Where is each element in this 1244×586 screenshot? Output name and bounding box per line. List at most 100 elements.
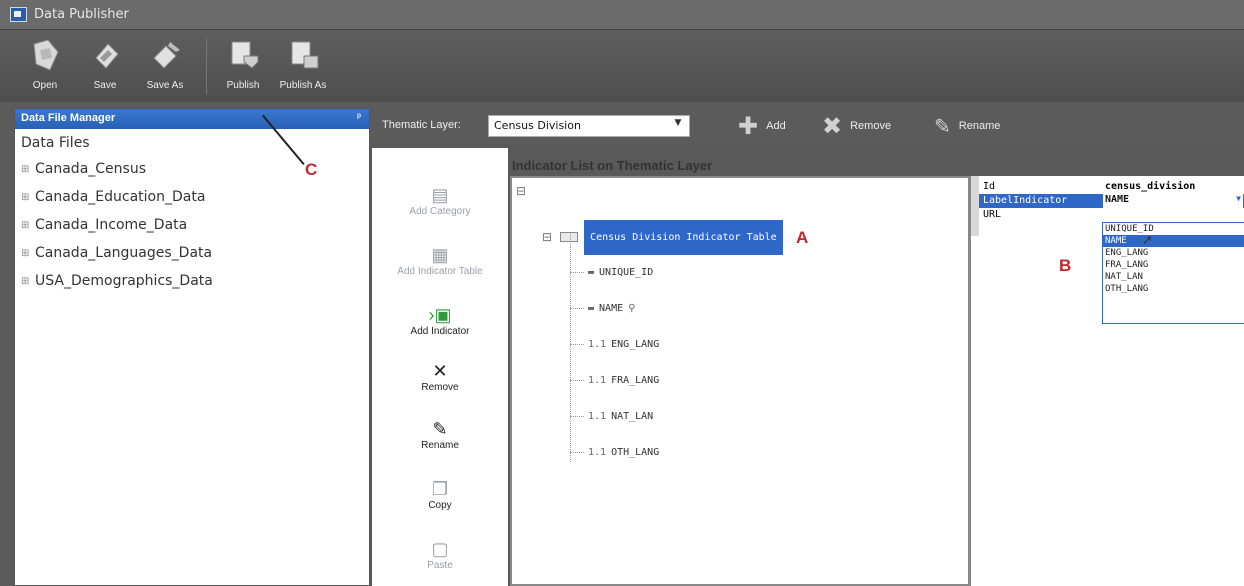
numeric-field-icon: 1.1	[588, 410, 607, 422]
expand-icon[interactable]: ⊞	[21, 192, 31, 203]
data-file-item[interactable]: ⊞ USA_Demographics_Data	[15, 267, 369, 295]
add-label: Add	[766, 120, 786, 132]
add-indicator-label: Add Indicator	[410, 326, 470, 337]
label-indicator-dropdown: UNIQUE_ID NAME ENG_LANG FRA_LANG NAT_LAN…	[1102, 222, 1244, 324]
plus-icon: ✚	[738, 112, 759, 140]
indicator-node[interactable]: 1.1 NAT_LAN	[570, 406, 653, 426]
dropdown-option[interactable]: NAME	[1103, 235, 1244, 247]
remove-layer-button[interactable]: ✖ Remove	[822, 112, 892, 140]
rename-indicator-label: Rename	[421, 440, 459, 451]
property-row-id[interactable]: Id census_division	[979, 180, 1244, 194]
data-file-item[interactable]: ⊞ Canada_Income_Data	[15, 211, 369, 239]
save-as-icon	[153, 42, 180, 69]
paste-button[interactable]: ▢ Paste	[372, 538, 508, 571]
app-icon	[10, 7, 27, 22]
add-indicator-button[interactable]: ›▣ Add Indicator	[372, 304, 508, 337]
data-file-item[interactable]: ⊞ Canada_Languages_Data	[15, 239, 369, 267]
property-row-label-indicator[interactable]: LabelIndicator NAME ▼	[979, 194, 1244, 208]
rename-indicator-button[interactable]: ✎ Rename	[372, 418, 508, 451]
annotation-a: A	[796, 228, 809, 247]
property-key: URL	[983, 209, 1002, 220]
remove-indicator-button[interactable]: ✕ Remove	[372, 360, 508, 393]
save-label: Save	[93, 80, 117, 91]
data-file-item[interactable]: ⊞ Canada_Education_Data	[15, 183, 369, 211]
copy-button[interactable]: ❐ Copy	[372, 478, 508, 511]
copy-icon: ❐	[431, 479, 449, 499]
chevron-down-icon[interactable]: ▼	[671, 118, 685, 134]
remove-label: Remove	[850, 120, 892, 132]
add-layer-button[interactable]: ✚ Add	[738, 112, 786, 140]
chevron-down-icon[interactable]: ▼	[1236, 194, 1241, 203]
window-title: Data Publisher	[34, 7, 129, 22]
save-as-label: Save As	[146, 80, 184, 91]
close-icon: ✖	[822, 112, 843, 140]
indicator-tree: ⊟ ⊟ Census Division Indicator Table A ▬ …	[510, 176, 970, 586]
open-label: Open	[32, 80, 58, 91]
expand-icon[interactable]: ⊞	[21, 220, 31, 231]
indicator-table-node[interactable]: ⊟ Census Division Indicator Table	[542, 217, 783, 257]
thematic-layer-label: Thematic Layer:	[382, 119, 461, 131]
data-file-label: Canada_Income_Data	[35, 217, 188, 233]
dropdown-option[interactable]: UNIQUE_ID	[1103, 223, 1244, 235]
dropdown-option[interactable]: FRA_LANG	[1103, 259, 1244, 271]
label-tag-icon: ⚲	[628, 302, 636, 314]
add-indicator-icon: ›▣	[428, 305, 452, 325]
pin-icon[interactable]: ᵖ	[357, 112, 361, 123]
mouse-cursor-icon: ➚	[1142, 233, 1153, 248]
copy-label: Copy	[428, 500, 452, 511]
dropdown-option[interactable]: OTH_LANG	[1103, 283, 1244, 295]
remove-indicator-label: Remove	[421, 382, 459, 393]
property-value: NAME	[1105, 194, 1130, 205]
data-file-label: Canada_Languages_Data	[35, 245, 213, 261]
annotation-b: B	[1059, 256, 1072, 275]
expand-icon[interactable]: ⊞	[21, 248, 31, 259]
indicator-label: NAME	[599, 302, 624, 314]
data-file-manager-title: Data File Manager	[21, 112, 116, 124]
property-row-url[interactable]: URL	[979, 208, 1244, 222]
data-file-label: Canada_Census	[35, 161, 146, 177]
indicator-node[interactable]: 1.1 OTH_LANG	[570, 442, 659, 462]
publish-button[interactable]: Publish	[214, 36, 272, 96]
numeric-field-icon: 1.1	[588, 338, 607, 350]
paste-label: Paste	[427, 560, 453, 571]
indicator-label: ENG_LANG	[611, 338, 660, 350]
numeric-field-icon: 1.1	[588, 446, 607, 458]
publish-as-button[interactable]: Publish As	[274, 36, 332, 96]
indicator-node[interactable]: 1.1 FRA_LANG	[570, 370, 659, 390]
text-field-icon: ▬	[588, 302, 595, 314]
indicator-node[interactable]: 1.1 ENG_LANG	[570, 334, 659, 354]
publish-label: Publish	[226, 80, 260, 91]
text-field-icon: ▬	[588, 266, 595, 278]
label-indicator-select[interactable]: NAME ▼	[1103, 194, 1243, 208]
thematic-layer-bar: Thematic Layer: Census Division ▼ ✚ Add …	[370, 108, 1244, 144]
save-as-button[interactable]: Save As	[136, 36, 194, 96]
expand-icon[interactable]: ⊞	[21, 276, 31, 287]
thematic-editor: Thematic Layer: Census Division ▼ ✚ Add …	[370, 108, 1244, 586]
dropdown-option[interactable]: NAT_LAN	[1103, 271, 1244, 283]
thematic-layer-select[interactable]: Census Division ▼	[488, 115, 690, 137]
publish-icon	[231, 41, 259, 69]
add-category-icon: ▤	[431, 185, 449, 205]
rename-layer-button[interactable]: ✎ Rename	[934, 114, 1000, 138]
indicator-list-title: Indicator List on Thematic Layer	[512, 158, 713, 173]
pencil-icon: ✎	[934, 115, 951, 138]
dropdown-option[interactable]: ENG_LANG	[1103, 247, 1244, 259]
collapse-icon[interactable]: ⊟	[542, 230, 552, 244]
collapse-icon[interactable]: ⊟	[516, 184, 526, 198]
add-category-button[interactable]: ▤ Add Category	[372, 184, 508, 217]
property-key: Id	[983, 181, 996, 192]
annotation-c: C	[305, 160, 318, 179]
publish-as-label: Publish As	[279, 80, 327, 91]
indicator-label: NAT_LAN	[611, 410, 654, 422]
publish-as-icon	[291, 41, 319, 69]
indicator-node[interactable]: ▬ UNIQUE_ID	[570, 262, 653, 282]
open-button[interactable]: Open	[16, 36, 74, 96]
expand-icon[interactable]: ⊞	[21, 164, 31, 175]
property-key: LabelIndicator	[983, 195, 1068, 206]
save-icon	[95, 43, 119, 69]
save-button[interactable]: Save	[76, 36, 134, 96]
indicator-node[interactable]: ▬ NAME ⚲	[570, 298, 640, 318]
close-icon: ✕	[432, 361, 448, 381]
add-indicator-table-button[interactable]: ▦ Add Indicator Table	[372, 244, 508, 277]
add-table-icon: ▦	[431, 245, 449, 265]
